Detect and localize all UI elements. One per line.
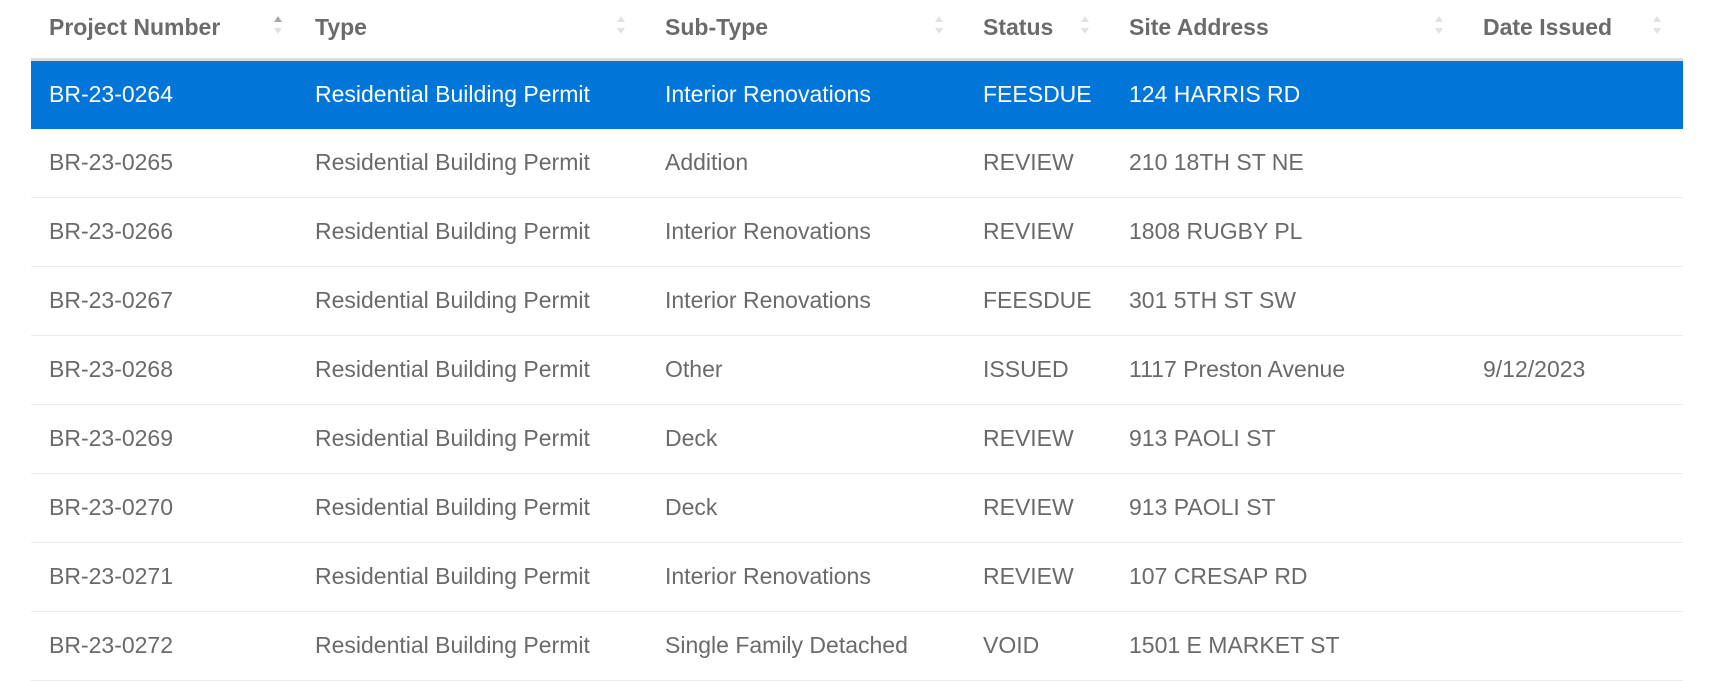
- column-header-label: Status: [983, 14, 1054, 41]
- table-row[interactable]: BR-23-0271 Residential Building Permit Int…: [31, 542, 1683, 612]
- cell-date-issued: [1465, 542, 1683, 612]
- cell-project-number: BR-23-0264: [31, 59, 297, 129]
- cell-project-number: BR-23-0272: [31, 611, 297, 681]
- cell-site-address: 210 18TH ST NE: [1111, 128, 1465, 198]
- cell-status: REVIEW: [965, 542, 1111, 612]
- cell-date-issued: [1465, 404, 1683, 474]
- cell-date-issued: [1465, 611, 1683, 681]
- column-header-site-address[interactable]: Site Address: [1111, 0, 1465, 61]
- cell-type: Residential Building Permit: [297, 404, 647, 474]
- cell-project-number: BR-23-0265: [31, 128, 297, 198]
- cell-sub-type: Single Family Detached: [647, 611, 965, 681]
- column-header-label: Site Address: [1129, 14, 1269, 41]
- table-row[interactable]: BR-23-0272 Residential Building Permit Sin…: [31, 611, 1683, 681]
- sort-icon[interactable]: [1433, 12, 1445, 38]
- cell-type: Residential Building Permit: [297, 473, 647, 543]
- sort-icon[interactable]: [933, 12, 945, 38]
- table-row[interactable]: BR-23-0266 Residential Building Permit Int…: [31, 197, 1683, 267]
- column-header-sub-type[interactable]: Sub-Type: [647, 0, 965, 61]
- column-header-status[interactable]: Status: [965, 0, 1111, 61]
- cell-project-number: BR-23-0267: [31, 266, 297, 336]
- cell-site-address: 124 HARRIS RD: [1111, 59, 1465, 129]
- cell-status: VOID: [965, 611, 1111, 681]
- cell-sub-type: Interior Renovations: [647, 197, 965, 267]
- cell-project-number: BR-23-0271: [31, 542, 297, 612]
- column-header-label: Sub-Type: [665, 14, 769, 41]
- column-header-date-issued[interactable]: Date Issued: [1465, 0, 1683, 61]
- cell-status: FEESDUE: [965, 266, 1111, 336]
- sort-icon[interactable]: [1079, 12, 1091, 38]
- cell-type: Residential Building Permit: [297, 266, 647, 336]
- cell-type: Residential Building Permit: [297, 542, 647, 612]
- sort-icon[interactable]: [1651, 12, 1663, 38]
- header-row: Project Number Type Sub-Type Status Site Add…: [31, 0, 1683, 61]
- cell-status: REVIEW: [965, 197, 1111, 267]
- cell-site-address: 1808 RUGBY PL: [1111, 197, 1465, 267]
- column-header-project-number[interactable]: Project Number: [31, 0, 297, 61]
- cell-type: Residential Building Permit: [297, 335, 647, 405]
- cell-site-address: 913 PAOLI ST: [1111, 473, 1465, 543]
- column-header-label: Date Issued: [1483, 14, 1613, 41]
- cell-site-address: 107 CRESAP RD: [1111, 542, 1465, 612]
- cell-date-issued: [1465, 59, 1683, 129]
- cell-type: Residential Building Permit: [297, 611, 647, 681]
- cell-project-number: BR-23-0270: [31, 473, 297, 543]
- cell-sub-type: Addition: [647, 128, 965, 198]
- cell-status: FEESDUE: [965, 59, 1111, 129]
- cell-date-issued: [1465, 128, 1683, 198]
- table-header: Project Number Type Sub-Type Status Site Add…: [31, 0, 1683, 61]
- cell-type: Residential Building Permit: [297, 197, 647, 267]
- table-row[interactable]: BR-23-0268 Residential Building Permit Oth…: [31, 335, 1683, 405]
- cell-date-issued: [1465, 266, 1683, 336]
- cell-date-issued: [1465, 473, 1683, 543]
- cell-sub-type: Deck: [647, 473, 965, 543]
- cell-sub-type: Other: [647, 335, 965, 405]
- sort-icon[interactable]: [615, 12, 627, 38]
- cell-site-address: 1117 Preston Avenue: [1111, 335, 1465, 405]
- cell-type: Residential Building Permit: [297, 128, 647, 198]
- cell-date-issued: 9/12/2023: [1465, 335, 1683, 405]
- table-row[interactable]: BR-23-0265 Residential Building Permit Add…: [31, 128, 1683, 198]
- permits-table: Project Number Type Sub-Type Status Site Add…: [31, 0, 1683, 681]
- cell-project-number: BR-23-0266: [31, 197, 297, 267]
- cell-status: REVIEW: [965, 404, 1111, 474]
- cell-site-address: 1501 E MARKET ST: [1111, 611, 1465, 681]
- cell-status: ISSUED: [965, 335, 1111, 405]
- column-header-type[interactable]: Type: [297, 0, 647, 61]
- cell-site-address: 301 5TH ST SW: [1111, 266, 1465, 336]
- cell-sub-type: Deck: [647, 404, 965, 474]
- cell-sub-type: Interior Renovations: [647, 542, 965, 612]
- cell-sub-type: Interior Renovations: [647, 266, 965, 336]
- table-row[interactable]: BR-23-0270 Residential Building Permit Dec…: [31, 473, 1683, 543]
- cell-status: REVIEW: [965, 128, 1111, 198]
- table-row[interactable]: BR-23-0267 Residential Building Permit Int…: [31, 266, 1683, 336]
- column-header-label: Type: [315, 14, 367, 41]
- cell-project-number: BR-23-0269: [31, 404, 297, 474]
- cell-date-issued: [1465, 197, 1683, 267]
- sort-asc-icon[interactable]: [272, 12, 284, 38]
- table-row[interactable]: BR-23-0269 Residential Building Permit Dec…: [31, 404, 1683, 474]
- table-row-selected[interactable]: BR-23-0264 Residential Building Permit Int…: [31, 59, 1683, 129]
- column-header-label: Project Number: [49, 14, 221, 41]
- cell-project-number: BR-23-0268: [31, 335, 297, 405]
- cell-sub-type: Interior Renovations: [647, 59, 965, 129]
- cell-status: REVIEW: [965, 473, 1111, 543]
- cell-site-address: 913 PAOLI ST: [1111, 404, 1465, 474]
- permits-table-container: Project Number Type Sub-Type Status Site Add…: [31, 0, 1683, 681]
- cell-type: Residential Building Permit: [297, 59, 647, 129]
- table-body: BR-23-0264 Residential Building Permit Int…: [31, 59, 1683, 681]
